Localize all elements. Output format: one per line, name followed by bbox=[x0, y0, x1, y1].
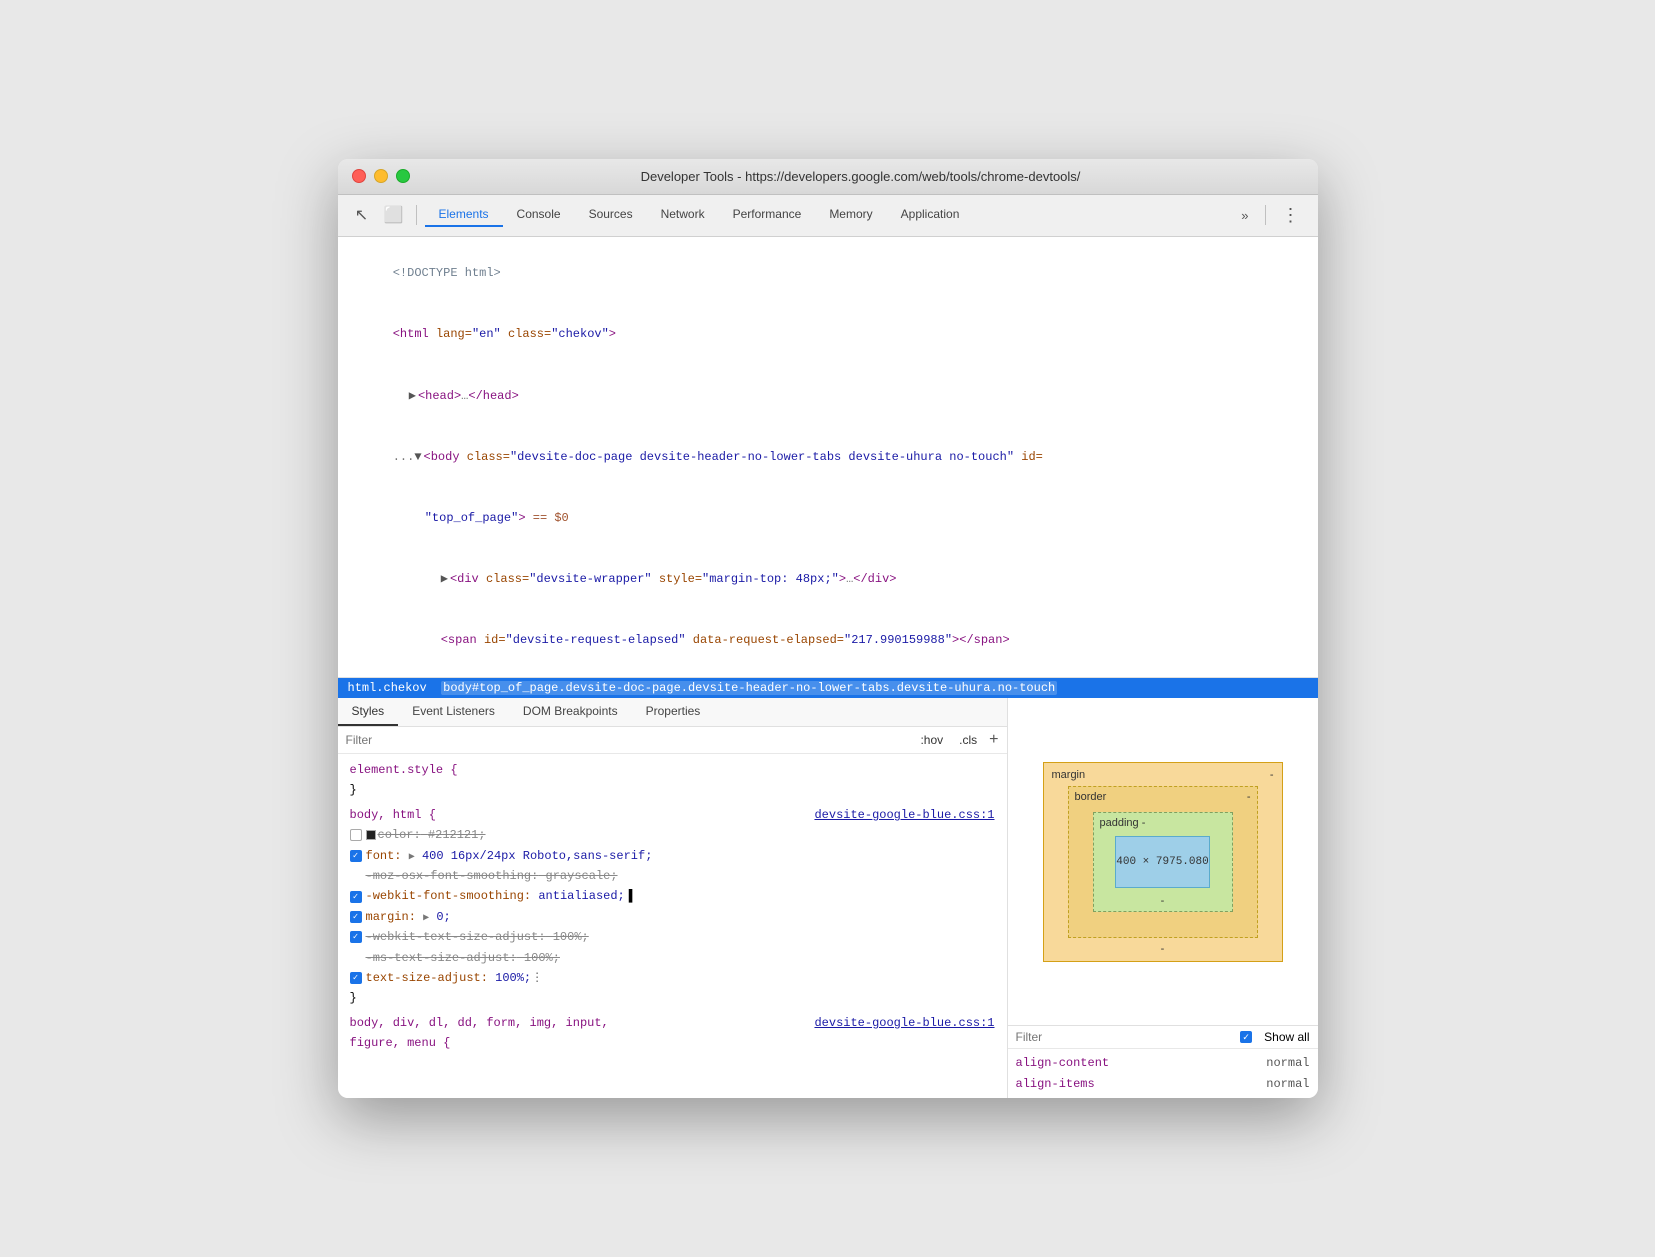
content-box: 400 × 7975.080 bbox=[1115, 836, 1210, 888]
style-closing-element: } bbox=[350, 780, 995, 800]
styles-filter-bar: :hov .cls + bbox=[338, 727, 1007, 754]
html-panel: <!DOCTYPE html> <html lang="en" class="c… bbox=[338, 237, 1318, 678]
content-size: 400 × 7975.080 bbox=[1116, 856, 1208, 868]
border-label: border bbox=[1075, 791, 1107, 803]
margin-label: margin bbox=[1052, 769, 1086, 781]
hov-button[interactable]: :hov bbox=[916, 731, 947, 749]
border-box: border - padding - 400 × 7975.080 - bbox=[1068, 786, 1258, 938]
toolbar-separator bbox=[416, 205, 417, 225]
styles-content: element.style { } body, html { devsite-g… bbox=[338, 754, 1007, 1098]
tab-application[interactable]: Application bbox=[887, 203, 974, 227]
checkbox-margin[interactable] bbox=[350, 911, 362, 923]
computed-filter-bar: Show all bbox=[1008, 1026, 1318, 1049]
checkbox-text-size[interactable] bbox=[350, 972, 362, 984]
style-block-menu[interactable]: ⋮ bbox=[531, 968, 543, 988]
style-prop-color: color: #212121; bbox=[350, 825, 995, 845]
toolbar-separator-2 bbox=[1265, 205, 1266, 225]
titlebar: Developer Tools - https://developers.goo… bbox=[338, 159, 1318, 195]
style-selector-multi2: figure, menu { bbox=[350, 1033, 995, 1053]
comp-val-align-items: normal bbox=[1266, 1074, 1309, 1094]
style-prop-webkit-font: -webkit-font-smoothing: antialiased; ▌ bbox=[350, 886, 995, 906]
html-line-doctype[interactable]: <!DOCTYPE html> bbox=[338, 243, 1318, 304]
style-prop-font: font: ▶ 400 16px/24px Roboto,sans-serif; bbox=[350, 846, 995, 866]
style-block-element: element.style { } bbox=[338, 758, 1007, 803]
checkbox-font[interactable] bbox=[350, 850, 362, 862]
window-title: Developer Tools - https://developers.goo… bbox=[418, 169, 1304, 184]
tab-event-listeners[interactable]: Event Listeners bbox=[398, 698, 509, 726]
comp-val-align-content: normal bbox=[1266, 1053, 1309, 1073]
box-model-area: margin - border - padding - 400 × 7975.0… bbox=[1008, 698, 1318, 1026]
html-line-div[interactable]: ▶<div class="devsite-wrapper" style="mar… bbox=[338, 549, 1318, 610]
styles-pane: Styles Event Listeners DOM Breakpoints P… bbox=[338, 698, 1008, 1098]
lower-panel: Styles Event Listeners DOM Breakpoints P… bbox=[338, 698, 1318, 1098]
show-all-label: Show all bbox=[1264, 1030, 1309, 1044]
html-line-head[interactable]: ▶<head>…</head> bbox=[338, 365, 1318, 426]
styles-tabs: Styles Event Listeners DOM Breakpoints P… bbox=[338, 698, 1007, 727]
comp-prop-align-items: align-items bbox=[1016, 1074, 1095, 1094]
margin-bottom-dash: - bbox=[1161, 943, 1165, 955]
color-swatch-color[interactable] bbox=[366, 830, 376, 840]
style-source-link[interactable]: devsite-google-blue.css:1 bbox=[814, 805, 994, 825]
menu-button[interactable]: ⋮ bbox=[1274, 201, 1308, 230]
tab-properties[interactable]: Properties bbox=[632, 698, 715, 726]
margin-box: margin - border - padding - 400 × 7975.0… bbox=[1043, 762, 1283, 962]
computed-filter-input[interactable] bbox=[1016, 1030, 1233, 1044]
tab-network[interactable]: Network bbox=[647, 203, 719, 227]
checkbox-color[interactable] bbox=[350, 829, 362, 841]
devtools-window: Developer Tools - https://developers.goo… bbox=[338, 159, 1318, 1098]
maximize-button[interactable] bbox=[396, 169, 410, 183]
breadcrumb-html[interactable]: html.chekov bbox=[348, 681, 427, 695]
tab-elements[interactable]: Elements bbox=[425, 203, 503, 227]
cursor-icon[interactable]: ↖ bbox=[348, 201, 376, 229]
cls-button[interactable]: .cls bbox=[955, 731, 981, 749]
style-prop-ms-text: -ms-text-size-adjust: 100%; bbox=[366, 948, 995, 968]
style-selector-element: element.style { bbox=[350, 760, 995, 780]
html-line-body[interactable]: ...▼<body class="devsite-doc-page devsit… bbox=[338, 426, 1318, 487]
breadcrumb-bar: html.chekov body#top_of_page.devsite-doc… bbox=[338, 678, 1318, 698]
computed-properties: align-content normal align-items normal bbox=[1008, 1049, 1318, 1098]
html-line-body-id[interactable]: "top_of_page"> == $0 bbox=[338, 488, 1318, 549]
tab-sources[interactable]: Sources bbox=[575, 203, 647, 227]
style-selector-multi: body, div, dl, dd, form, img, input, dev… bbox=[350, 1013, 995, 1033]
style-source-link2[interactable]: devsite-google-blue.css:1 bbox=[814, 1013, 994, 1033]
add-style-button[interactable]: + bbox=[989, 731, 998, 749]
padding-bottom-dash: - bbox=[1161, 895, 1165, 907]
minimize-button[interactable] bbox=[374, 169, 388, 183]
border-dash-tr: - bbox=[1247, 791, 1251, 803]
computed-row-align-items: align-items normal bbox=[1016, 1074, 1310, 1094]
toolbar: ↖ ⬜ Elements Console Sources Network Per… bbox=[338, 195, 1318, 237]
close-button[interactable] bbox=[352, 169, 366, 183]
checkbox-webkit-text[interactable] bbox=[350, 931, 362, 943]
html-line-html[interactable]: <html lang="en" class="chekov"> bbox=[338, 304, 1318, 365]
padding-box: padding - 400 × 7975.080 - bbox=[1093, 812, 1233, 912]
padding-label: padding - bbox=[1100, 817, 1146, 829]
style-prop-margin: margin: ▶ 0; bbox=[350, 907, 995, 927]
html-line-span[interactable]: <span id="devsite-request-elapsed" data-… bbox=[338, 610, 1318, 671]
style-prop-moz: -moz-osx-font-smoothing: grayscale; bbox=[366, 866, 995, 886]
tab-memory[interactable]: Memory bbox=[815, 203, 886, 227]
more-tabs-button[interactable]: » bbox=[1233, 204, 1256, 227]
inspect-icon[interactable]: ⬜ bbox=[380, 201, 408, 229]
style-selector-body: body, html { devsite-google-blue.css:1 bbox=[350, 805, 995, 825]
style-block-multi: body, div, dl, dd, form, img, input, dev… bbox=[338, 1011, 1007, 1056]
traffic-lights bbox=[352, 169, 410, 183]
devtools-tabs: Elements Console Sources Network Perform… bbox=[425, 203, 1230, 227]
style-prop-text-size: text-size-adjust: 100%; ⋮ bbox=[350, 968, 995, 988]
tab-console[interactable]: Console bbox=[503, 203, 575, 227]
comp-prop-align-content: align-content bbox=[1016, 1053, 1110, 1073]
style-prop-webkit-text: -webkit-text-size-adjust: 100%; bbox=[350, 927, 995, 947]
tab-dom-breakpoints[interactable]: DOM Breakpoints bbox=[509, 698, 632, 726]
box-model-pane: margin - border - padding - 400 × 7975.0… bbox=[1008, 698, 1318, 1098]
breadcrumb-body[interactable]: body#top_of_page.devsite-doc-page.devsit… bbox=[441, 681, 1057, 695]
tab-performance[interactable]: Performance bbox=[719, 203, 816, 227]
styles-filter-input[interactable] bbox=[346, 733, 909, 747]
style-block-body-html: body, html { devsite-google-blue.css:1 c… bbox=[338, 803, 1007, 1011]
style-closing-body: } bbox=[350, 988, 995, 1008]
computed-row-align-content: align-content normal bbox=[1016, 1053, 1310, 1073]
margin-dash-tr: - bbox=[1270, 769, 1274, 781]
checkbox-webkit-font[interactable] bbox=[350, 891, 362, 903]
show-all-checkbox[interactable] bbox=[1240, 1031, 1252, 1043]
tab-styles[interactable]: Styles bbox=[338, 698, 399, 726]
